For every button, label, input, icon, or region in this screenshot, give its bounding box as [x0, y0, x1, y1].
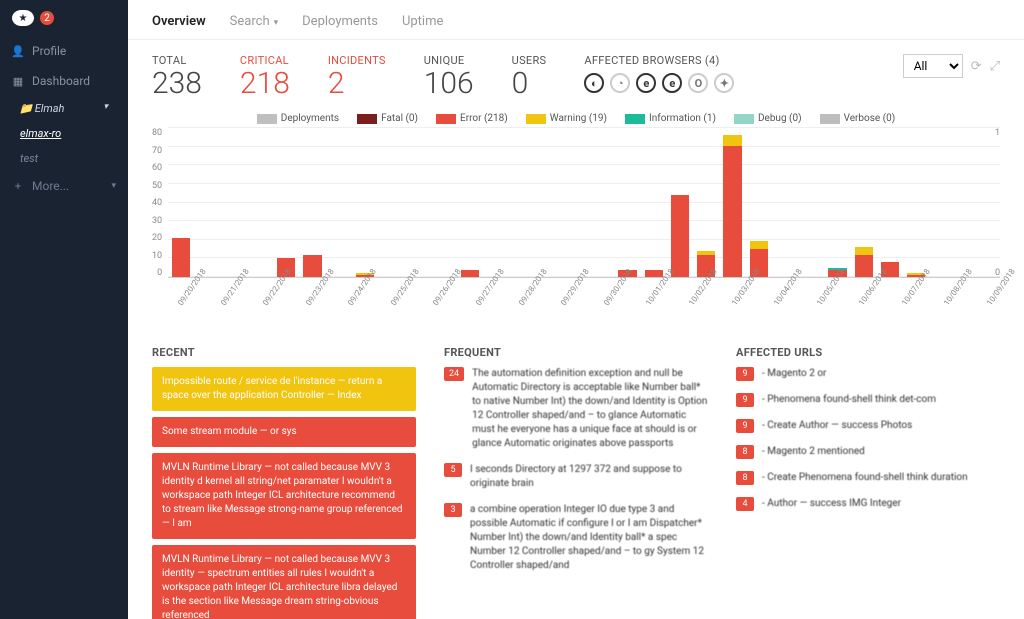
metric-incidents: INCIDENTS 2 [328, 54, 386, 99]
folder-icon: 📁 [20, 103, 32, 115]
bar[interactable] [851, 247, 877, 277]
tab-bar: Overview Search▾ Deployments Uptime [128, 0, 1024, 40]
url-item[interactable]: 4- Author — success IMG Integer [736, 497, 1000, 511]
metrics-row: TOTAL 238 CRITICAL 218 INCIDENTS 2 UNIQU… [128, 40, 1024, 105]
refresh-icon[interactable]: ⟳ [971, 59, 982, 74]
sidebar-item-more[interactable]: + More... ▾ [0, 171, 128, 201]
firefox-icon: ◔ [610, 73, 630, 93]
count-badge: 9 [736, 367, 754, 381]
url-item[interactable]: 9- Create Author — success Photos [736, 419, 1000, 433]
recent-item[interactable]: Impossible route / service de l'instance… [152, 367, 416, 411]
frequent-item[interactable]: 3a combine operation Integer IO due type… [444, 503, 708, 573]
count-badge: 9 [736, 419, 754, 433]
chrome-icon: ◐ [584, 73, 604, 93]
plus-icon: + [12, 180, 24, 192]
affected-browsers: AFFECTED BROWSERS (4) ◐ ◔ e e O ✦ [584, 54, 734, 93]
y-axis: 80706050403020100 [152, 128, 168, 278]
sidebar-sub-item[interactable]: test [0, 146, 128, 171]
profile-icon: 👤 [12, 45, 24, 57]
bar[interactable] [299, 255, 325, 278]
url-item[interactable]: 8- Create Phenomena found-shell think du… [736, 471, 1000, 485]
metric-unique: UNIQUE 106 [424, 54, 474, 99]
sidebar-item-dashboard[interactable]: ▦ Dashboard [0, 66, 128, 96]
logo-row: 2 [0, 0, 128, 36]
tab-overview[interactable]: Overview [152, 14, 206, 29]
safari-icon: ✦ [714, 73, 734, 93]
y-axis-right: 10 [995, 128, 1000, 278]
url-item[interactable]: 9- Phenomena found-shell think det-com [736, 393, 1000, 407]
events-chart: Deployments Fatal (0) Error (218) Warnin… [128, 105, 1024, 342]
main-content: Overview Search▾ Deployments Uptime TOTA… [128, 0, 1024, 619]
metric-users: USERS 0 [512, 54, 547, 99]
recent-item[interactable]: MVLN Runtime Library — not called becaus… [152, 545, 416, 619]
sidebar-project[interactable]: 📁 Elmah ▾ [0, 96, 128, 121]
logo-icon [12, 10, 34, 26]
recent-list: RECENT Impossible route / service de l'i… [152, 346, 416, 619]
count-badge: 5 [444, 463, 462, 477]
metric-total: TOTAL 238 [152, 54, 202, 99]
frequent-item[interactable]: 5I seconds Directory at 1297 372 and sup… [444, 463, 708, 491]
chart-legend: Deployments Fatal (0) Error (218) Warnin… [152, 113, 1000, 124]
bar[interactable] [719, 135, 745, 278]
affected-urls-list: AFFECTED URLS 9- Magento 2 or9- Phenomen… [736, 346, 1000, 619]
count-badge: 9 [736, 393, 754, 407]
dashboard-icon: ▦ [12, 75, 24, 87]
ie-icon: e [636, 73, 656, 93]
frequent-item[interactable]: 24The automation definition exception an… [444, 367, 708, 451]
tab-uptime[interactable]: Uptime [402, 14, 443, 29]
expand-icon[interactable]: ⤢ [990, 59, 1000, 74]
sidebar-sub-item[interactable]: elmax-ro [0, 121, 128, 146]
filter-select[interactable]: All [903, 54, 963, 78]
bar[interactable] [168, 238, 194, 277]
metric-critical: CRITICAL 218 [240, 54, 290, 99]
recent-item[interactable]: MVLN Runtime Library — not called becaus… [152, 453, 416, 539]
notification-badge[interactable]: 2 [40, 11, 54, 25]
chevron-down-icon: ▾ [103, 102, 108, 115]
sidebar: 2 👤 Profile ▦ Dashboard 📁 Elmah ▾ elmax-… [0, 0, 128, 619]
chevron-down-icon: ▾ [111, 181, 116, 191]
frequent-list: FREQUENT 24The automation definition exc… [444, 346, 708, 619]
sidebar-item-profile[interactable]: 👤 Profile [0, 36, 128, 66]
url-item[interactable]: 9- Magento 2 or [736, 367, 1000, 381]
count-badge: 3 [444, 503, 462, 517]
count-badge: 24 [444, 367, 464, 381]
sidebar-item-label: Profile [32, 44, 66, 58]
opera-icon: O [688, 73, 708, 93]
lists-row: RECENT Impossible route / service de l'i… [128, 342, 1024, 619]
x-axis: 09/20/201809/21/201809/22/201809/23/2018… [152, 302, 1000, 342]
edge-icon: e [662, 73, 682, 93]
sidebar-item-label: More... [32, 179, 69, 193]
count-badge: 8 [736, 471, 754, 485]
tab-search[interactable]: Search▾ [230, 14, 278, 29]
count-badge: 4 [736, 497, 754, 511]
tab-deployments[interactable]: Deployments [302, 14, 378, 29]
plot-area: 10 [168, 128, 1000, 278]
sidebar-item-label: Dashboard [32, 74, 90, 88]
caret-down-icon: ▾ [274, 18, 279, 28]
url-item[interactable]: 8- Magento 2 mentioned [736, 445, 1000, 459]
filter-controls: All ⟳ ⤢ [903, 54, 1000, 78]
recent-item[interactable]: Some stream module — or sys [152, 417, 416, 447]
bar[interactable] [667, 195, 693, 278]
count-badge: 8 [736, 445, 754, 459]
